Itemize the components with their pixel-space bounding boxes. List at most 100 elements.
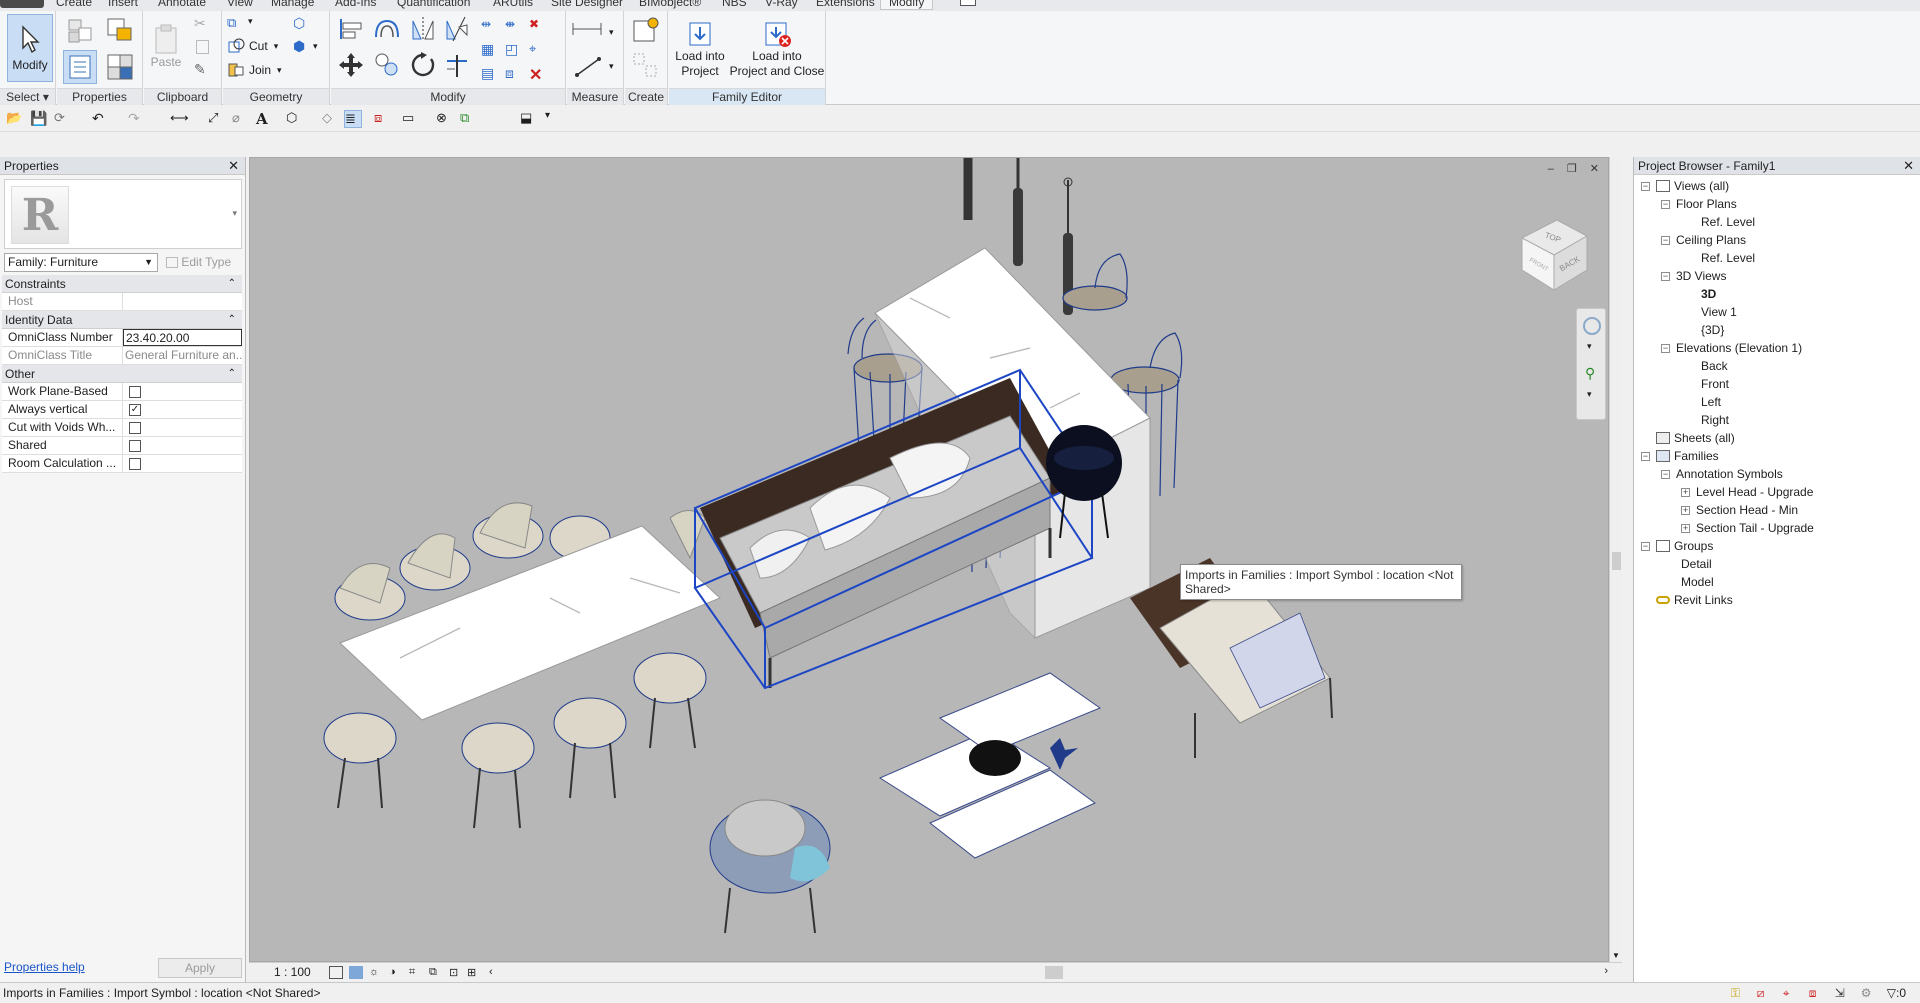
paste-button[interactable]: Paste [148,14,184,78]
dimension-dropdown-icon[interactable]: ▾ [609,61,614,72]
properties-toggle-button[interactable] [63,50,97,84]
select-links-icon[interactable]: ⚿ [1731,986,1747,1000]
group-constraints[interactable]: Constraints ⌃ [2,275,242,293]
array-icon[interactable]: ▦ [481,41,499,59]
collapse-toggle-icon[interactable]: − [1641,181,1650,191]
lock-3d-view-icon[interactable]: ⊡ [449,966,463,979]
scroll-left-icon[interactable]: ‹ [489,966,503,979]
edit-type-button[interactable]: Edit Type [166,253,231,272]
zoom-icon[interactable]: ⚲ [1585,365,1595,382]
type-selector[interactable]: R ▾ [4,179,242,249]
tab-add-ins[interactable]: Add-Ins [335,0,376,9]
crop-view-icon[interactable]: ⌗ [409,966,423,979]
collapse-toggle-icon[interactable]: − [1661,469,1670,479]
tree-node-sheets[interactable]: Sheets (all) [1656,429,1735,447]
tab-insert[interactable]: Insert [108,0,138,9]
tab-quantification[interactable]: Quantification [397,0,470,9]
match-type-icon[interactable]: ✎ [194,61,212,79]
horizontal-scrollbar-thumb[interactable] [1045,966,1063,979]
properties-close-icon[interactable]: ✕ [228,157,239,175]
always-vertical-checkbox[interactable]: ✓ [129,404,141,416]
cope-icon[interactable]: ⧉ [227,15,245,33]
load-into-project-button[interactable]: Load into Project [671,14,729,84]
zoom-dropdown-icon[interactable]: ▾ [1587,389,1592,400]
measure-dropdown-icon[interactable]: ▾ [609,27,614,38]
load-into-project-and-close-button[interactable]: Load into Project and Close [729,14,825,84]
tag-icon[interactable]: ⌀ [232,110,250,128]
tree-node-view-1[interactable]: View 1 [1701,303,1737,321]
vertical-scrollbar-thumb[interactable] [1612,552,1621,570]
collapse-toggle-icon[interactable]: − [1641,451,1650,461]
close-hidden-windows-icon[interactable]: ⧈ [374,110,392,128]
select-panel-label[interactable]: Select ▾ [0,88,55,105]
cut-small-icon[interactable]: ✂ [194,15,212,33]
omniclass-number-field[interactable]: 23.40.20.00 [123,329,242,346]
tree-node-3d-default[interactable]: {3D} [1701,321,1724,339]
modify-button[interactable]: Modify [7,14,53,82]
collapse-toggle-icon[interactable]: − [1661,343,1670,353]
view-window-controls[interactable]: ‒ ❐ ✕ [1548,162,1604,175]
trim-extend-icon[interactable] [443,51,471,79]
shared-checkbox[interactable] [129,440,141,452]
split-element-icon[interactable]: ⇹ [481,17,499,35]
tree-node-level-head[interactable]: + Level Head - Upgrade [1681,483,1813,501]
tree-node-floor-plans[interactable]: − Floor Plans [1661,195,1737,213]
collapse-toggle-icon[interactable]: − [1661,235,1670,245]
shadows-icon[interactable]: ◑ [389,966,403,979]
viewcube-icon[interactable]: TOP BACK FRONT [1512,208,1592,298]
tree-node-detail[interactable]: Detail [1681,555,1712,573]
tree-node-families[interactable]: − Families [1641,447,1719,465]
tree-node-left[interactable]: Left [1701,393,1721,411]
group-identity-data[interactable]: Identity Data ⌃ [2,311,242,329]
thin-lines-icon[interactable]: ≣ [344,110,362,128]
measure-between-icon[interactable] [571,21,603,37]
pin-icon[interactable]: ⌖ [529,41,547,59]
select-by-face-icon[interactable]: ⧈ [1809,986,1825,1000]
expand-toggle-icon[interactable]: + [1681,487,1690,497]
measure-qat-icon[interactable]: ⟷ [170,110,189,128]
family-types-button[interactable] [103,14,137,48]
vertical-scrollbar[interactable]: ▼ [1609,157,1622,962]
dimension-icon[interactable] [573,55,603,79]
tree-node-ceiling-ref-level[interactable]: Ref. Level [1701,249,1755,267]
view-scale[interactable]: 1 : 100 [274,965,311,979]
3d-viewport[interactable]: ‒ ❐ ✕ TOP BACK FRONT ▾ ⚲ ▾ Imports in Fa… [249,157,1609,962]
rotate-icon[interactable] [409,51,437,79]
tree-node-right[interactable]: Right [1701,411,1729,429]
create-group-icon[interactable] [631,51,661,81]
collapse-toggle-icon[interactable]: − [1661,271,1670,281]
steering-wheel-dropdown-icon[interactable]: ▾ [1587,341,1592,352]
tree-node-revit-links[interactable]: Revit Links [1656,591,1733,609]
mirror-axis-icon[interactable] [409,15,437,43]
tab-modify[interactable]: Modify [880,0,934,10]
sun-path-icon[interactable]: ☼ [369,966,383,979]
cut-with-voids-checkbox[interactable] [129,422,141,434]
tree-node-views-all[interactable]: − Views (all) [1641,177,1729,195]
undo-icon[interactable]: ↶ [92,110,110,128]
tree-node-groups[interactable]: − Groups [1641,537,1713,555]
default-3d-view-icon[interactable]: ⬡ [286,110,304,128]
copy-element-icon[interactable] [373,51,401,79]
tree-node-annotation-symbols[interactable]: − Annotation Symbols [1661,465,1783,483]
select-underlay-icon[interactable]: ⧄ [1757,986,1773,1000]
offset-icon[interactable] [373,15,401,43]
sync-icon[interactable]: ⟳ [54,110,72,128]
room-calculation-checkbox[interactable] [129,458,141,470]
create-similar-icon[interactable] [631,15,661,45]
split-face-icon[interactable]: ⬡ [293,15,311,33]
array-radial-icon[interactable]: ⧈ [505,65,523,83]
tab-arutils[interactable]: ARUtils [493,0,533,9]
file-tab[interactable] [0,0,44,8]
qat-dropdown-icon[interactable]: ▾ [545,110,563,128]
move-icon[interactable] [337,51,365,79]
customize-qat-icon[interactable]: ⬓ [520,110,538,128]
tree-node-section-head[interactable]: + Section Head - Min [1681,501,1798,519]
unpin-icon[interactable]: ✖ [529,17,547,35]
array-linear-icon[interactable]: ▤ [481,65,499,83]
steering-wheel-icon[interactable] [1583,317,1601,335]
tree-node-3d-active[interactable]: 3D [1701,285,1716,303]
work-plane-based-checkbox[interactable] [129,386,141,398]
text-icon[interactable]: A [256,110,274,128]
mirror-draw-icon[interactable] [443,15,471,43]
open-icon[interactable]: 📂 [6,110,24,128]
